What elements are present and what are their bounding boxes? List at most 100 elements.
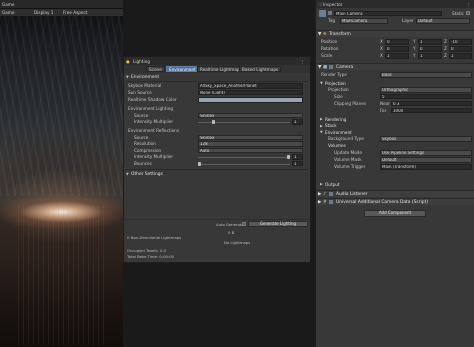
additional-camera-data-header[interactable]: ▶ # Universal Additional Camera Data (Sc… [316,198,474,205]
tab-baked-lightmaps[interactable]: Baked Lightmaps [239,66,282,72]
rotation-y-field[interactable]: 0 [418,46,442,52]
rotation-z-value: 0 [451,46,454,51]
position-y-field[interactable]: 1 [418,39,442,45]
inspector-tab[interactable]: Inspector [323,2,343,7]
axis-x-label: X [380,46,383,51]
add-component-button[interactable]: Add Component [364,210,426,217]
scale-z-field[interactable]: 1 [449,53,472,59]
clipping-planes-label: Clipping Planes [334,100,367,106]
scale-y-field[interactable]: 1 [418,53,442,59]
stack-section-header[interactable]: Stack [325,123,337,128]
volume-trigger-label: Volume Trigger [334,164,366,169]
bounces-slider-track[interactable] [198,163,290,165]
stack-foldout-icon[interactable]: ▶ [320,124,323,128]
axis-y-label: Y [413,39,416,44]
rendering-foldout-icon[interactable]: ▶ [320,117,323,121]
compression-label: Compression [134,147,162,153]
transform-foldout-icon[interactable]: ▼ [318,32,321,37]
scale-z-value: 1 [451,53,454,58]
lighting-title-bar[interactable]: Lighting ● ⋮ [124,57,310,65]
reflection-source-dropdown[interactable]: Skybox [198,134,303,140]
projection-foldout-icon[interactable]: ▼ [320,81,323,85]
rendering-section-header[interactable]: Rendering [325,117,346,122]
environment-header[interactable]: Environment [131,75,159,80]
compression-dropdown[interactable]: Auto [198,147,303,153]
position-z-field[interactable]: -10 [449,39,472,45]
environment-foldout-icon[interactable]: ▼ [126,75,129,79]
audio-listener-icon: ♪ [323,192,326,197]
intensity-slider-knob[interactable] [212,120,215,124]
gameobject-active-checkbox[interactable] [328,11,332,15]
projection-section-header[interactable]: Projection [325,81,346,86]
camera-header[interactable]: ▼ ■ Camera [316,63,474,70]
bounces-slider-knob[interactable] [198,161,201,166]
info-icon: ⓘ [318,1,323,7]
refl-intensity-slider-knob[interactable] [287,155,290,159]
refl-intensity-value: 1 [294,154,297,159]
render-type-dropdown[interactable]: Base [380,72,472,78]
far-field[interactable]: 1000 [391,107,472,113]
inspector-panel: ⓘ Inspector ⋮ Main Camera Static Tag Mai… [315,0,474,347]
volume-trigger-field[interactable]: Main (Transform) [380,164,472,170]
tab-realtime-lightmaps[interactable]: Realtime Lightmaps [197,66,245,72]
other-settings-foldout-icon[interactable]: ▼ [126,172,129,176]
rotation-z-field[interactable]: 0 [449,46,472,52]
script-foldout-icon[interactable]: ▶ [318,200,321,205]
tab-environment[interactable]: Environment [166,66,199,72]
reflection-source-value: Skybox [200,134,215,140]
output-section-header[interactable]: Output [325,182,340,187]
axis-y-label: Y [413,53,416,58]
tag-dropdown[interactable]: MainCamera [340,18,388,24]
intensity-field[interactable]: 1 [292,119,303,125]
near-field[interactable]: 0.3 [391,100,472,106]
position-label: Position [321,39,338,44]
shadow-color-swatch[interactable] [198,97,303,103]
transform-header[interactable]: ▼ ✥ Transform [316,30,474,37]
projection-dropdown[interactable]: Orthographic [380,87,472,93]
camera-enabled-checkbox[interactable] [329,65,333,69]
script-enabled-checkbox[interactable] [329,200,333,204]
audio-foldout-icon[interactable]: ▶ [318,192,321,197]
camera-title: Camera [336,65,354,70]
refl-intensity-slider-track[interactable] [198,157,290,158]
display-dropdown[interactable]: Display 1 [34,10,53,15]
lighting-source-dropdown[interactable]: Skybox [198,112,303,118]
near-label: Near [380,100,390,106]
tag-value: MainCamera [342,18,368,23]
inspector-menu-icon[interactable]: ⋮ [466,2,470,7]
far-value: 1000 [393,107,404,113]
size-field[interactable]: 5 [380,93,472,99]
resolution-dropdown[interactable]: 128 [198,141,303,147]
environment-section-header[interactable]: Environment [325,130,352,135]
game-tab[interactable]: Game [2,2,14,7]
camera-foldout-icon[interactable]: ▼ [318,65,321,70]
rotation-label: Rotation [321,46,339,51]
tab-scene[interactable]: Scene [146,66,165,72]
auto-generate-checkbox[interactable] [242,222,246,226]
update-mode-dropdown[interactable]: Use Pipeline Settings [380,150,472,156]
window-menu-icon[interactable]: ⋮ [300,59,304,64]
static-checkbox[interactable] [466,11,470,15]
bounces-field[interactable]: 1 [292,160,303,166]
gameobject-icon [319,10,326,17]
other-settings-header[interactable]: Other Settings [131,172,163,177]
refl-intensity-field[interactable]: 1 [292,154,303,160]
background-type-dropdown[interactable]: Skybox [380,136,472,142]
generate-lighting-button[interactable]: Generate Lighting [248,221,308,227]
volume-mask-label: Volume Mask [334,157,362,162]
audio-listener-header[interactable]: ▶ ♪ Audio Listener [316,190,474,197]
scale-x-field[interactable]: 1 [385,53,409,59]
skybox-material-field[interactable]: AllSky_Space_AnotherPlanet [198,83,303,89]
object-name-field[interactable]: Main Camera [334,10,442,16]
sun-source-field[interactable]: None (Light) [198,89,303,95]
volume-mask-dropdown[interactable]: Default [380,157,472,163]
axis-x-label: X [380,39,383,44]
layer-dropdown[interactable]: Default [416,18,470,24]
aspect-dropdown[interactable]: Free Aspect [63,10,87,15]
audio-listener-checkbox[interactable] [329,192,333,196]
output-foldout-icon[interactable]: ▶ [320,182,323,186]
environment-foldout-icon[interactable]: ▼ [320,130,323,134]
game-tab-label-2[interactable]: Game [2,10,14,15]
position-x-field[interactable]: 0 [385,39,409,45]
rotation-x-field[interactable]: 0 [385,46,409,52]
